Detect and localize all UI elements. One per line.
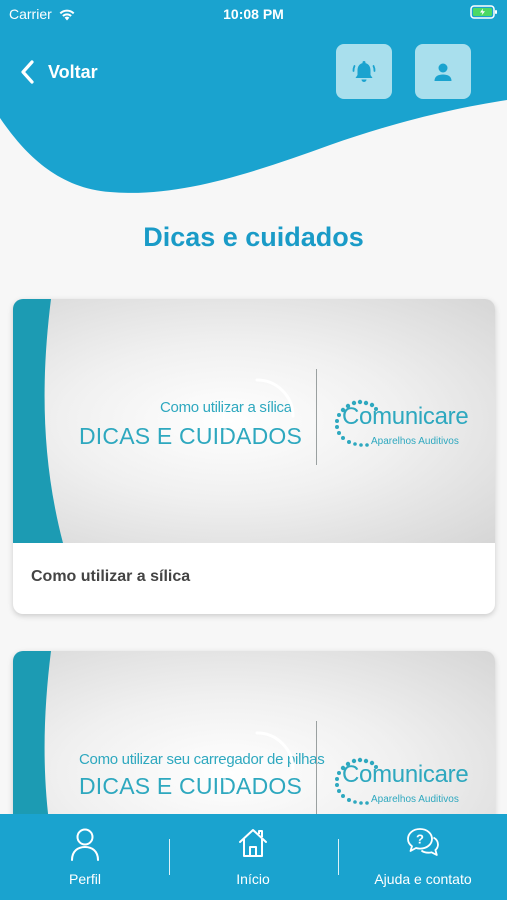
video-card[interactable]: Como utilizar seu carregador de pilhas D… — [13, 651, 495, 831]
battery-icon — [470, 5, 498, 22]
thumbnail-divider — [316, 369, 317, 465]
card-caption: Como utilizar a sílica — [31, 568, 191, 585]
status-time: 10:08 PM — [223, 6, 284, 22]
video-thumbnail: Como utilizar seu carregador de pilhas D… — [13, 651, 495, 831]
back-button[interactable]: Voltar — [20, 60, 98, 84]
user-icon — [434, 63, 452, 81]
tab-label: Perfil — [69, 871, 101, 887]
page-title: Dicas e cuidados — [143, 222, 364, 252]
tab-ajuda-contato[interactable]: ? Ajuda e contato — [363, 814, 483, 900]
loading-spinner-icon — [222, 378, 295, 440]
status-bar: Carrier 10:08 PM — [0, 0, 507, 28]
brand-tagline: Aparelhos Auditivos — [371, 794, 459, 805]
video-card[interactable]: Como utilizar a sílica DICAS E CUIDADOS … — [13, 299, 495, 614]
bottom-tab-bar: Perfil Início ? Ajuda e contato — [0, 814, 507, 900]
svg-text:?: ? — [416, 832, 424, 847]
tab-inicio[interactable]: Início — [203, 814, 303, 900]
header-background — [0, 0, 507, 193]
tab-label: Ajuda e contato — [374, 871, 472, 887]
help-chat-icon: ? — [407, 828, 439, 856]
chevron-left-icon — [21, 60, 34, 84]
tab-perfil[interactable]: Perfil — [35, 814, 135, 900]
tab-label: Início — [236, 871, 270, 887]
tab-divider — [169, 839, 170, 875]
bell-icon — [352, 60, 376, 82]
home-icon — [239, 829, 267, 857]
thumbnail-teal-band — [13, 299, 63, 543]
profile-button[interactable] — [415, 44, 471, 99]
brand-name: Comunicare — [342, 761, 469, 788]
thumbnail-teal-band — [13, 651, 51, 831]
notifications-button[interactable] — [336, 44, 392, 99]
back-label: Voltar — [48, 61, 98, 82]
video-thumbnail: Como utilizar a sílica DICAS E CUIDADOS … — [13, 299, 495, 543]
thumbnail-divider — [316, 721, 317, 817]
user-icon — [71, 828, 99, 861]
brand-name: Comunicare — [342, 403, 469, 430]
tab-divider — [338, 839, 339, 875]
brand-tagline: Aparelhos Auditivos — [371, 436, 459, 447]
loading-spinner-icon — [222, 731, 295, 793]
